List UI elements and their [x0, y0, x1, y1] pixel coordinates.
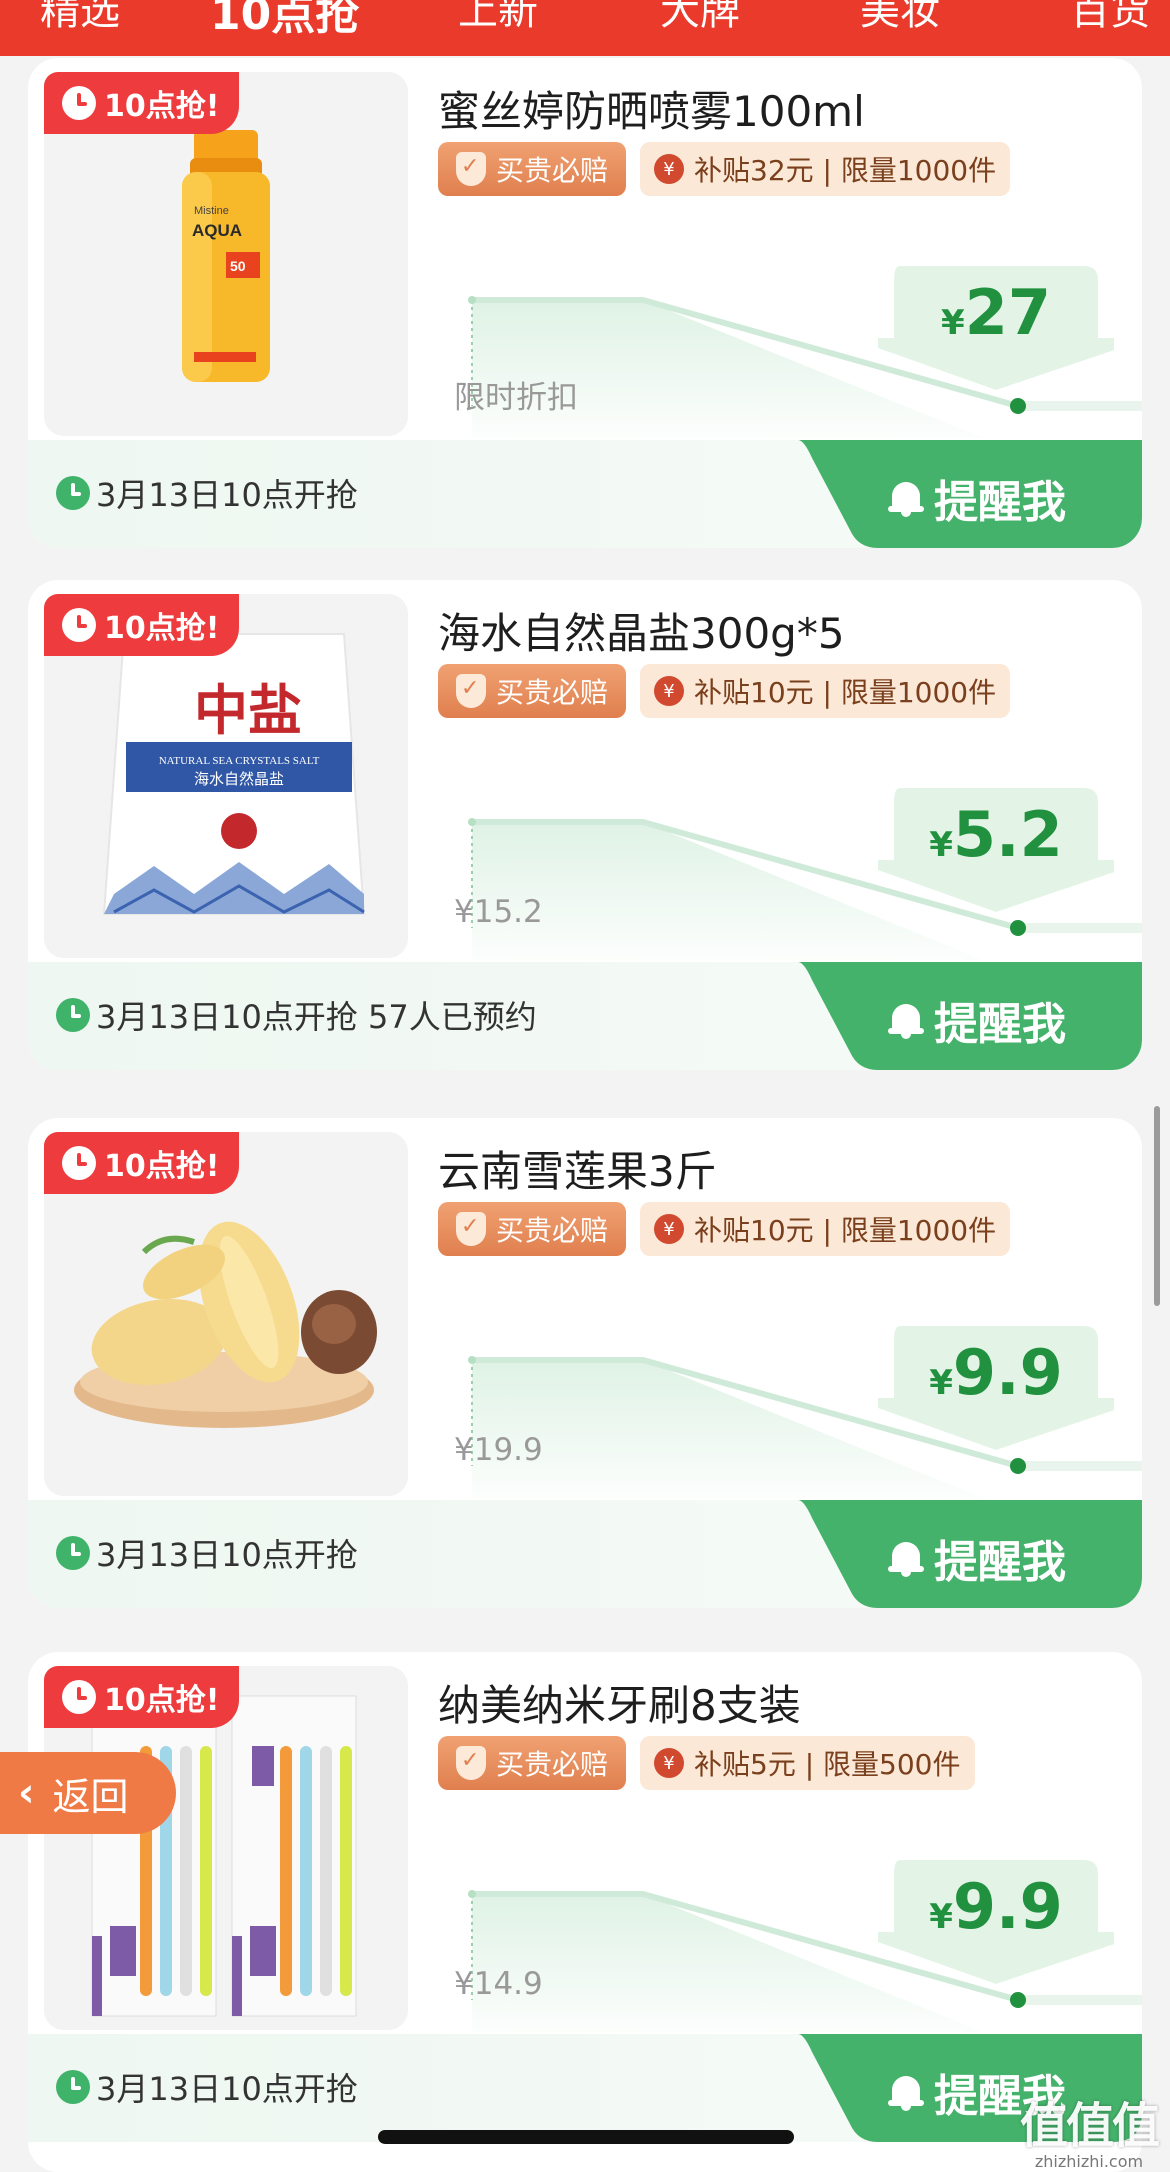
remind-me-button[interactable]: 提醒我 — [798, 962, 1142, 1070]
shield-check-icon — [455, 152, 486, 186]
card-footer: 3月13日10点开抢 提醒我 — [28, 1500, 1142, 1608]
clock-icon — [56, 1536, 90, 1570]
flash-sale-tag: 10点抢! — [44, 1132, 240, 1194]
remind-me-label: 提醒我 — [934, 1537, 1066, 1588]
product-card[interactable]: Mistine AQUA 50 10点抢! 蜜丝婷防晒喷雾100ml 买贵必赔 … — [28, 58, 1142, 548]
subsidy-badge: ¥ 补贴5元 | 限量500件 — [640, 1736, 975, 1790]
bell-icon — [888, 1000, 924, 1040]
remind-me-label: 提醒我 — [934, 999, 1066, 1050]
remind-me-button[interactable]: 提醒我 — [798, 1500, 1142, 1608]
card-footer: 3月13日10点开抢 提醒我 — [28, 2034, 1142, 2142]
bell-icon — [888, 1538, 924, 1578]
subsidy-badge: ¥ 补贴10元 | 限量1000件 — [640, 1202, 1011, 1256]
yen-circle-icon: ¥ — [654, 1214, 684, 1244]
sale-start-time: 3月13日10点开抢 — [96, 1536, 358, 1574]
card-footer: 3月13日10点开抢 提醒我 — [28, 440, 1142, 548]
guarantee-badge: 买贵必赔 — [438, 1202, 626, 1256]
current-price: ¥9.9 — [929, 1870, 1063, 1943]
flash-sale-label: 10点抢! — [104, 89, 220, 124]
product-card[interactable]: 10点抢! 纳美纳米牙刷8支装 买贵必赔 ¥ 补贴5元 | 限量500件 ¥9.… — [28, 1652, 1142, 2172]
clock-icon — [56, 2070, 90, 2104]
alarm-clock-icon — [62, 86, 96, 120]
card-footer: 3月13日10点开抢 57人已预约 提醒我 — [28, 962, 1142, 1070]
guarantee-badge: 买贵必赔 — [438, 664, 626, 718]
remind-me-button[interactable]: 提醒我 — [798, 440, 1142, 548]
svg-text:Mistine: Mistine — [194, 205, 229, 217]
current-price: ¥9.9 — [929, 1336, 1063, 1409]
flash-sale-tag: 10点抢! — [44, 1666, 240, 1728]
tab-general[interactable]: 百货 — [1070, 0, 1150, 36]
svg-text:NATURAL SEA CRYSTALS SALT: NATURAL SEA CRYSTALS SALT — [159, 755, 320, 767]
bell-icon — [888, 2072, 924, 2112]
flash-sale-tag: 10点抢! — [44, 594, 240, 656]
yen-circle-icon: ¥ — [654, 154, 684, 184]
product-title[interactable]: 蜜丝婷防晒喷雾100ml — [438, 78, 865, 139]
product-title[interactable]: 海水自然晶盐300g*5 — [438, 600, 845, 661]
back-button[interactable]: ‹ 返回 — [0, 1752, 176, 1834]
chevron-left-icon: ‹ — [18, 1770, 35, 1816]
svg-text:50: 50 — [230, 258, 246, 274]
remind-me-label: 提醒我 — [934, 477, 1066, 528]
flash-sale-label: 10点抢! — [104, 611, 220, 646]
svg-text:海水自然晶盐: 海水自然晶盐 — [194, 770, 284, 788]
watermark: 值值值 zhizhizhi.com — [1014, 2086, 1164, 2171]
svg-text:中盐: 中盐 — [194, 679, 302, 742]
svg-text:AQUA: AQUA — [192, 221, 242, 240]
product-title[interactable]: 云南雪莲果3斤 — [438, 1138, 717, 1199]
clock-icon — [56, 998, 90, 1032]
subsidy-label: 补贴10元 | 限量1000件 — [694, 1214, 997, 1247]
bell-icon — [888, 478, 924, 518]
flash-sale-label: 10点抢! — [104, 1149, 220, 1184]
product-title[interactable]: 纳美纳米牙刷8支装 — [438, 1672, 801, 1733]
alarm-clock-icon — [62, 1146, 96, 1180]
tab-10-flash[interactable]: 10点抢 — [210, 0, 359, 42]
flash-sale-tag: 10点抢! — [44, 72, 240, 134]
watermark-logo: 值值值 — [1019, 2098, 1160, 2154]
shield-check-icon — [455, 1212, 486, 1246]
guarantee-label: 买贵必赔 — [495, 1214, 608, 1247]
current-price: ¥27 — [941, 276, 1051, 349]
alarm-clock-icon — [62, 1680, 96, 1714]
yen-circle-icon: ¥ — [654, 676, 684, 706]
clock-icon — [56, 476, 90, 510]
tab-new[interactable]: 上新 — [458, 0, 538, 36]
subsidy-badge: ¥ 补贴32元 | 限量1000件 — [640, 142, 1011, 196]
original-price: 限时折扣 — [454, 380, 578, 416]
guarantee-badge: 买贵必赔 — [438, 142, 626, 196]
subsidy-badge: ¥ 补贴10元 | 限量1000件 — [640, 664, 1011, 718]
product-card[interactable]: 10点抢! 云南雪莲果3斤 买贵必赔 ¥ 补贴10元 | 限量1000件 ¥9.… — [28, 1118, 1142, 1608]
guarantee-badge: 买贵必赔 — [438, 1736, 626, 1790]
sale-start-time: 3月13日10点开抢 57人已预约 — [96, 998, 537, 1036]
top-tab-bar: 精选 10点抢 上新 大牌 美妆 百货 — [0, 0, 1170, 56]
sale-start-time: 3月13日10点开抢 — [96, 2070, 358, 2108]
original-price: ¥15.2 — [454, 894, 543, 930]
guarantee-label: 买贵必赔 — [495, 1748, 608, 1781]
current-price: ¥5.2 — [929, 798, 1063, 871]
tab-brands[interactable]: 大牌 — [660, 0, 740, 36]
back-button-label: 返回 — [52, 1774, 129, 1819]
alarm-clock-icon — [62, 608, 96, 642]
subsidy-label: 补贴32元 | 限量1000件 — [694, 154, 997, 187]
subsidy-label: 补贴5元 | 限量500件 — [694, 1748, 961, 1781]
tab-featured[interactable]: 精选 — [40, 0, 120, 36]
original-price: ¥14.9 — [454, 1966, 543, 2002]
flash-sale-label: 10点抢! — [104, 1683, 220, 1718]
sale-start-time: 3月13日10点开抢 — [96, 476, 358, 514]
guarantee-label: 买贵必赔 — [495, 676, 608, 709]
home-indicator[interactable] — [378, 2130, 794, 2144]
tab-beauty[interactable]: 美妆 — [860, 0, 940, 36]
subsidy-label: 补贴10元 | 限量1000件 — [694, 676, 997, 709]
original-price: ¥19.9 — [454, 1432, 543, 1468]
shield-check-icon — [455, 1746, 486, 1780]
guarantee-label: 买贵必赔 — [495, 154, 608, 187]
yen-circle-icon: ¥ — [654, 1748, 684, 1778]
product-card[interactable]: 中盐 NATURAL SEA CRYSTALS SALT 海水自然晶盐 10点抢… — [28, 580, 1142, 1070]
shield-check-icon — [455, 674, 486, 708]
watermark-url: zhizhizhi.com — [1034, 2152, 1144, 2171]
scrollbar[interactable] — [1154, 1106, 1160, 1306]
